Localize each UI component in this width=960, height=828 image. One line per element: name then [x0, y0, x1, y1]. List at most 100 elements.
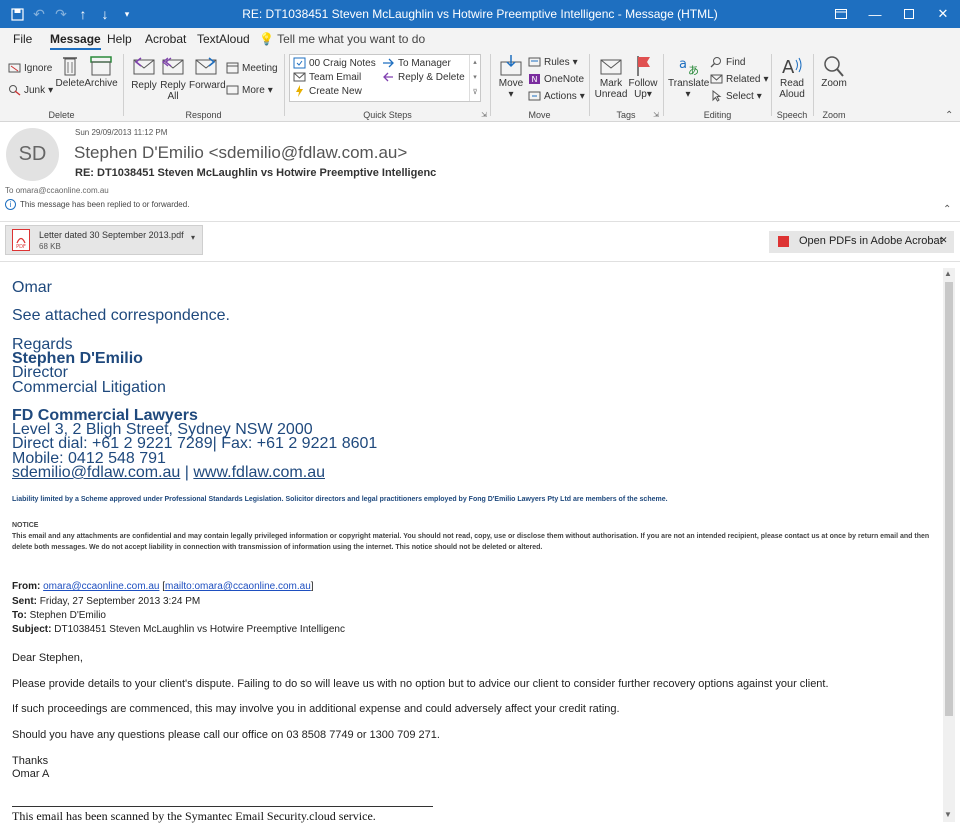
find-button[interactable]: Find	[710, 56, 745, 68]
quick-steps-group-label: Quick Steps	[363, 110, 412, 120]
attachment[interactable]: PDF Letter dated 30 September 2013.pdf 6…	[5, 225, 203, 255]
sender-sign-off: Omar A	[12, 768, 50, 780]
gallery-scroll[interactable]: ▴ ▾ ⊽	[469, 55, 480, 101]
reply-icon	[131, 56, 157, 78]
fw-from-email[interactable]: omara@ccaonline.com.au	[43, 581, 159, 592]
ribbon-display-options-icon[interactable]	[824, 0, 858, 28]
tab-acrobat[interactable]: Acrobat	[145, 32, 186, 46]
recipient[interactable]: omara@ccaonline.com.au	[16, 186, 109, 195]
scan-footer: This email has been scanned by the Syman…	[12, 809, 376, 823]
rules-button[interactable]: Rules ▾	[528, 56, 578, 68]
reply-all-button[interactable]: Reply All	[158, 56, 188, 102]
envelope-unread-icon	[598, 54, 624, 76]
fw-from: From: omara@ccaonline.com.au [mailto:oma…	[12, 581, 314, 592]
notice-title: NOTICE	[12, 522, 39, 529]
zoom-group: Zoom Zoom	[814, 50, 854, 122]
reply-button[interactable]: Reply	[129, 56, 159, 91]
arrow-right-icon	[382, 57, 395, 69]
mark-unread-button[interactable]: Mark Unread	[593, 54, 629, 100]
more-respond-button[interactable]: More ▾	[226, 84, 273, 96]
paragraph: Should you have any questions please cal…	[12, 729, 440, 741]
pdf-icon: PDF	[12, 229, 30, 251]
notice-text: delete both messages. We do not accept l…	[12, 544, 543, 551]
divider	[12, 806, 433, 807]
dropdown-arrow-icon: ▾	[48, 84, 54, 96]
signature-links: sdemilio@fdlaw.com.au | www.fdlaw.com.au	[12, 464, 325, 481]
follow-up-button[interactable]: Follow Up▾	[627, 54, 659, 100]
move-folder-icon	[498, 54, 524, 76]
scrollbar[interactable]: ▲ ▼	[943, 268, 955, 822]
svg-text:a: a	[679, 57, 687, 72]
tab-textaloud[interactable]: TextAloud	[197, 32, 250, 46]
maximize-icon[interactable]	[892, 0, 926, 28]
greeting: Omar	[12, 279, 52, 296]
quick-step-create-new[interactable]: Create New	[293, 85, 362, 97]
lightning-icon	[293, 85, 306, 97]
quick-step-team-email[interactable]: Team Email	[293, 71, 361, 83]
open-pdfs-bar[interactable]: Open PDFs in Adobe Acrobat ✕	[769, 231, 954, 253]
fw-mailto-link[interactable]: mailto:omara@ccaonline.com.au	[165, 581, 311, 592]
divider	[0, 261, 960, 262]
move-group-label: Move	[528, 110, 551, 120]
related-button[interactable]: Related ▾	[710, 73, 769, 85]
chevron-down-icon[interactable]: ▾	[191, 233, 195, 242]
archive-button[interactable]: Archive	[83, 54, 119, 89]
tab-help[interactable]: Help	[107, 32, 132, 46]
scrollbar-thumb[interactable]	[945, 282, 953, 716]
recipient-line: To omara@ccaonline.com.au	[5, 186, 109, 195]
tab-file[interactable]: File	[13, 32, 32, 46]
sender[interactable]: Stephen D'Emilio <sdemilio@fdlaw.com.au>	[74, 143, 407, 163]
dropdown-arrow-icon: ▾	[646, 89, 652, 100]
read-aloud-button[interactable]: A Read Aloud	[776, 54, 808, 100]
tags-group-label: Tags	[616, 110, 636, 120]
close-icon[interactable]: ✕	[940, 235, 948, 246]
divider	[0, 221, 960, 222]
liability-text: Liability limited by a Scheme approved u…	[12, 496, 668, 503]
info-bar[interactable]: i This message has been replied to or fo…	[5, 199, 189, 210]
website-link[interactable]: www.fdlaw.com.au	[193, 464, 325, 481]
actions-button[interactable]: Actions ▾	[528, 90, 585, 102]
tell-me-search[interactable]: 💡 Tell me what you want to do	[259, 32, 425, 46]
avatar: SD	[6, 128, 59, 181]
dropdown-arrow-icon: ▾	[756, 90, 762, 102]
fw-subject: Subject: DT1038451 Steven McLaughlin vs …	[12, 624, 345, 635]
dialog-launcher-icon[interactable]: ⇲	[481, 111, 487, 119]
tab-message[interactable]: Message	[50, 32, 101, 50]
delete-group: Ignore Junk ▾ Delete Archive Delete	[0, 50, 123, 122]
scroll-down-icon[interactable]: ▼	[944, 810, 952, 819]
note-icon	[293, 57, 306, 69]
quick-step-reply-delete[interactable]: Reply & Delete	[382, 71, 465, 83]
calendar-icon	[226, 62, 239, 74]
scroll-up-icon[interactable]: ▲	[944, 269, 952, 278]
ignore-icon	[8, 62, 21, 74]
dropdown-arrow-icon: ▾	[508, 89, 514, 100]
dropdown-arrow-icon: ▾	[267, 84, 273, 96]
meeting-button[interactable]: Meeting	[226, 62, 278, 74]
to-label: To	[5, 186, 14, 195]
forward-button[interactable]: Forward	[189, 56, 226, 91]
onenote-button[interactable]: N OneNote	[528, 73, 584, 85]
select-button[interactable]: Select ▾	[710, 89, 762, 102]
svg-text:N: N	[532, 75, 538, 84]
attachment-size: 68 KB	[39, 242, 61, 251]
delete-button[interactable]: Delete	[54, 54, 86, 89]
translate-button[interactable]: aあ Translate ▾	[668, 54, 709, 100]
ignore-button[interactable]: Ignore	[8, 62, 52, 74]
junk-icon	[8, 84, 21, 96]
info-text: This message has been replied to or forw…	[20, 200, 190, 209]
magnifier-icon	[821, 54, 847, 77]
acrobat-icon	[778, 236, 789, 247]
fw-to: To: Stephen D'Emilio	[12, 610, 106, 621]
dialog-launcher-icon[interactable]: ⇲	[653, 111, 659, 119]
minimize-icon[interactable]: —	[858, 0, 892, 28]
zoom-button[interactable]: Zoom	[818, 54, 850, 89]
collapse-header-icon[interactable]: ⌃	[943, 204, 951, 215]
attachment-name: Letter dated 30 September 2013.pdf	[39, 230, 184, 240]
junk-button[interactable]: Junk ▾	[8, 84, 53, 96]
quick-step-craig-notes[interactable]: 00 Craig Notes	[293, 57, 376, 69]
collapse-ribbon-icon[interactable]: ⌃	[945, 110, 953, 121]
move-button[interactable]: Move ▾	[496, 54, 526, 100]
email-link[interactable]: sdemilio@fdlaw.com.au	[12, 464, 180, 481]
close-icon[interactable]: ✕	[926, 0, 960, 28]
quick-step-to-manager[interactable]: To Manager	[382, 57, 451, 69]
